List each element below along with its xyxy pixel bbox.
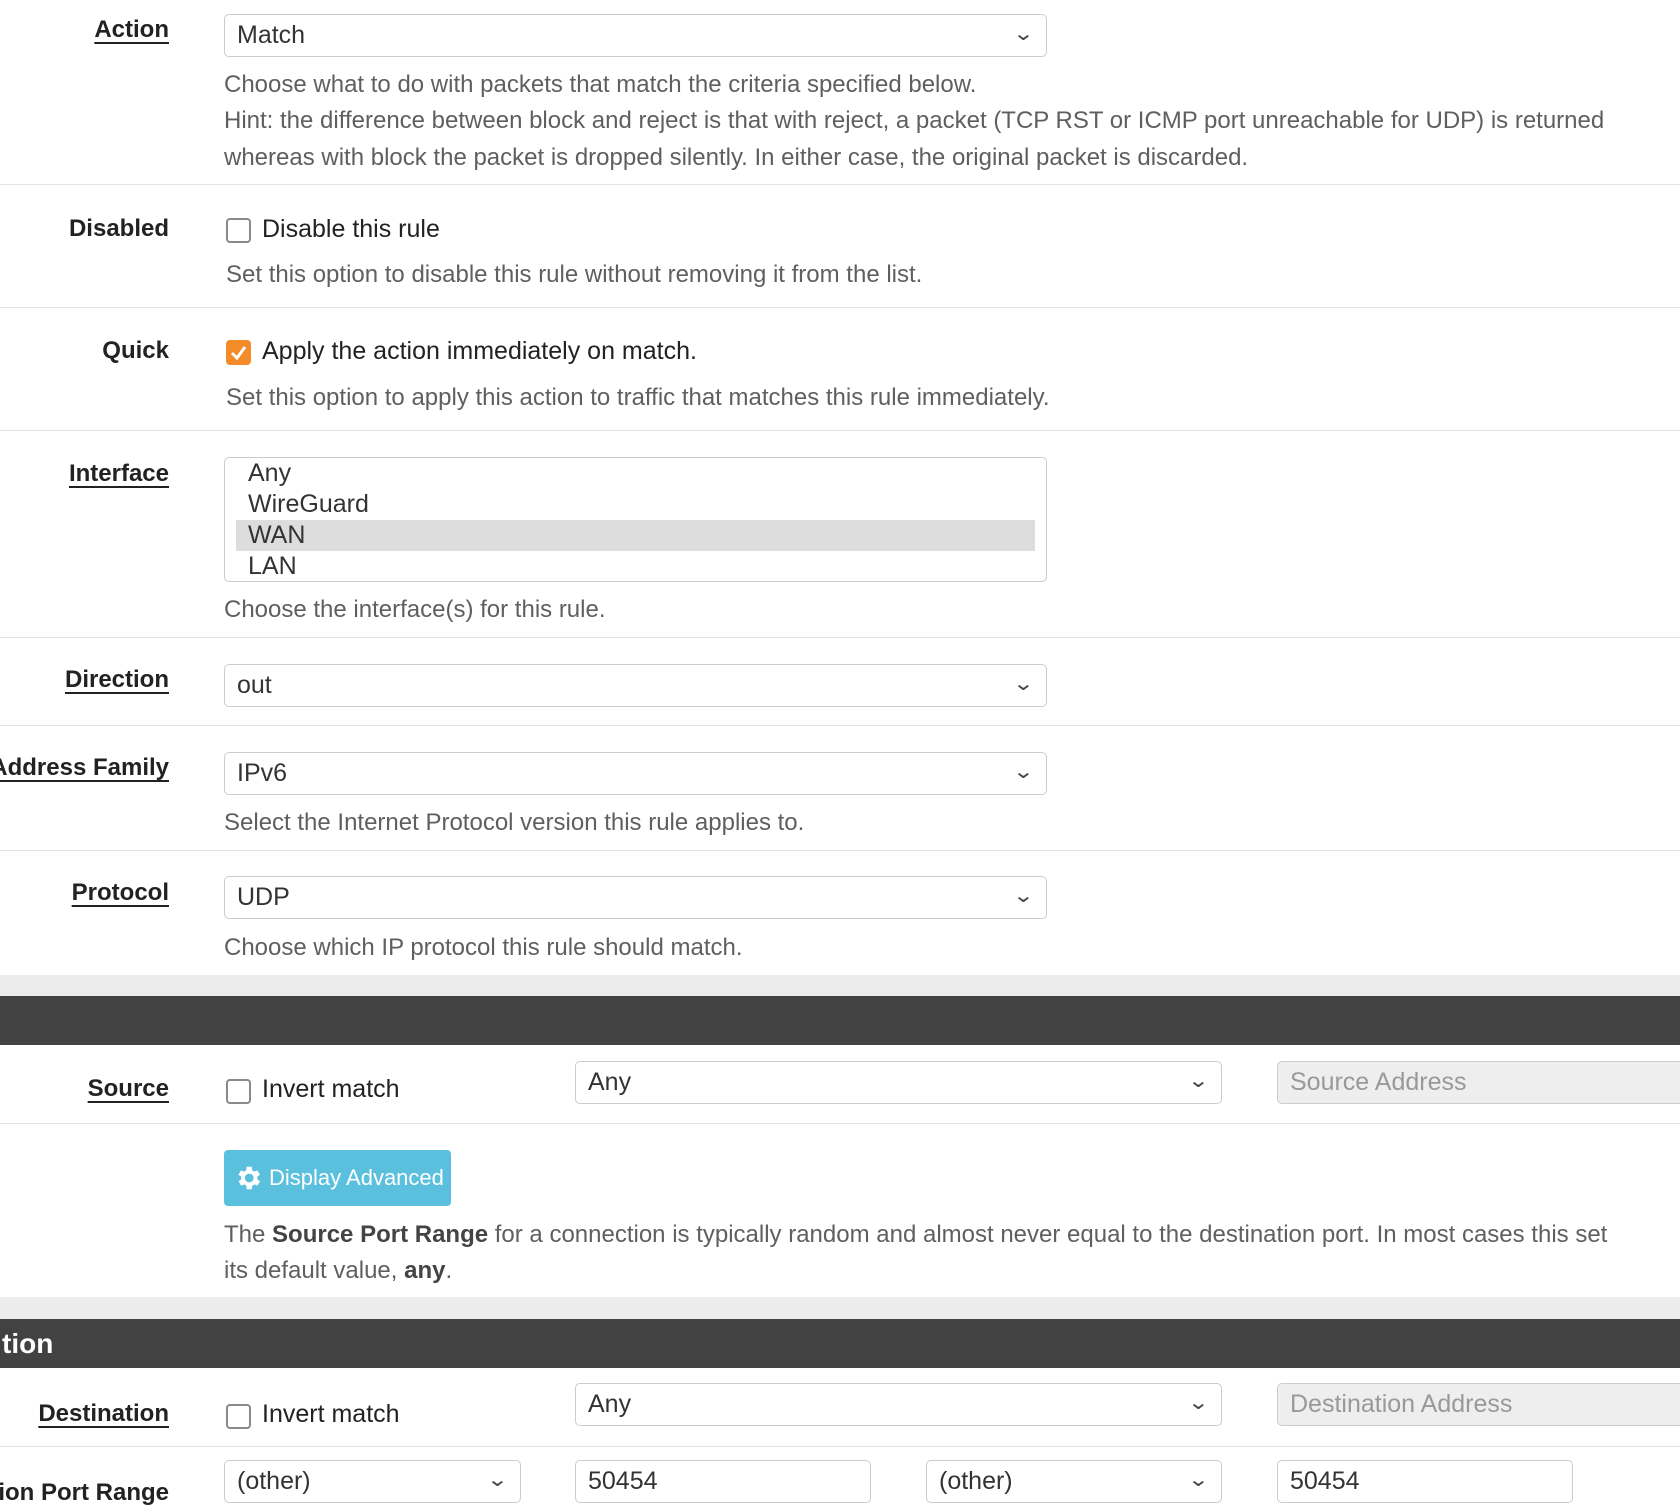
source-type-value: Any — [588, 1068, 632, 1096]
disabled-help: Set this option to disable this rule wit… — [226, 261, 923, 288]
gear-icon — [238, 1166, 260, 1190]
destination-label[interactable]: Destination — [38, 1400, 169, 1428]
action-value: Match — [237, 21, 306, 49]
interface-option-wireguard[interactable]: WireGuard — [236, 489, 1035, 520]
destination-section-header: tion — [0, 1319, 1680, 1368]
source-panel: Source Invert match Any ⌄ Source Address … — [0, 1045, 1680, 1297]
protocol-help: Choose which IP protocol this rule shoul… — [224, 934, 743, 961]
destination-invert-checkbox[interactable] — [226, 1404, 251, 1429]
action-help: Choose what to do with packets that matc… — [224, 71, 977, 98]
disabled-label: Disabled — [68, 215, 169, 242]
checkmark-icon — [230, 346, 247, 361]
chevron-down-icon: ⌄ — [1187, 1469, 1210, 1491]
quick-label: Quick — [102, 337, 169, 364]
source-section-header — [0, 996, 1680, 1045]
chevron-down-icon: ⌄ — [486, 1469, 509, 1491]
destination-section-title: tion — [2, 1328, 54, 1359]
port-to-input[interactable]: 50454 — [1277, 1460, 1573, 1503]
source-label[interactable]: Source — [88, 1075, 169, 1103]
source-port-help: The Source Port Range for a connection i… — [224, 1221, 1608, 1248]
source-type-select[interactable]: Any ⌄ — [575, 1061, 1222, 1104]
address-family-label[interactable]: Address Family — [0, 754, 169, 782]
display-advanced-button[interactable]: Display Advanced — [224, 1150, 451, 1206]
divider — [0, 637, 1680, 638]
destination-port-range-label: ion Port Range — [0, 1479, 169, 1506]
disabled-checkbox-label: Disable this rule — [262, 215, 440, 243]
action-label[interactable]: Action — [94, 16, 169, 44]
interface-listbox[interactable]: Any WireGuard WAN LAN — [224, 457, 1047, 582]
quick-checkbox-label: Apply the action immediately on match. — [262, 337, 697, 365]
address-family-select[interactable]: IPv6 ⌄ — [224, 752, 1047, 795]
interface-help: Choose the interface(s) for this rule. — [224, 596, 606, 623]
source-invert-checkbox[interactable] — [226, 1079, 251, 1104]
quick-help: Set this option to apply this action to … — [226, 384, 1050, 411]
address-family-help: Select the Internet Protocol version thi… — [224, 809, 805, 836]
destination-type-value: Any — [588, 1390, 632, 1418]
interface-label[interactable]: Interface — [69, 460, 169, 488]
destination-address-input[interactable]: Destination Address — [1277, 1383, 1680, 1426]
disabled-checkbox[interactable] — [226, 218, 251, 243]
source-port-help-2: its default value, any. — [224, 1257, 453, 1284]
action-hint: Hint: the difference between block and r… — [224, 107, 1605, 134]
destination-type-select[interactable]: Any ⌄ — [575, 1383, 1222, 1426]
divider — [0, 1446, 1680, 1447]
port-from-select-value: (other) — [237, 1467, 311, 1495]
interface-option-wan[interactable]: WAN — [236, 520, 1035, 551]
source-invert-label: Invert match — [262, 1075, 400, 1103]
display-advanced-label: Display Advanced — [269, 1165, 444, 1190]
divider — [0, 430, 1680, 431]
protocol-label[interactable]: Protocol — [72, 879, 169, 907]
protocol-select[interactable]: UDP ⌄ — [224, 876, 1047, 919]
divider — [0, 307, 1680, 308]
port-from-input[interactable]: 50454 — [575, 1460, 871, 1503]
general-panel: Action Match ⌄ Choose what to do with pac… — [0, 0, 1680, 975]
action-hint-2: whereas with block the packet is dropped… — [224, 144, 1249, 171]
chevron-down-icon: ⌄ — [1012, 885, 1035, 907]
address-family-value: IPv6 — [237, 759, 288, 787]
divider — [0, 184, 1680, 185]
interface-option-any[interactable]: Any — [236, 458, 1035, 489]
direction-select[interactable]: out ⌄ — [224, 664, 1047, 707]
chevron-down-icon: ⌄ — [1187, 1070, 1210, 1092]
chevron-down-icon: ⌄ — [1012, 23, 1035, 45]
divider — [0, 850, 1680, 851]
chevron-down-icon: ⌄ — [1012, 673, 1035, 695]
port-from-select[interactable]: (other) ⌄ — [224, 1460, 521, 1503]
destination-panel: Destination Invert match Any ⌄ Destinatio… — [0, 1368, 1680, 1510]
port-to-select-value: (other) — [939, 1467, 1013, 1495]
protocol-value: UDP — [237, 883, 290, 911]
direction-label[interactable]: Direction — [65, 666, 169, 694]
source-address-input[interactable]: Source Address — [1277, 1061, 1680, 1104]
quick-checkbox[interactable] — [226, 340, 251, 365]
direction-value: out — [237, 671, 272, 699]
destination-invert-label: Invert match — [262, 1400, 400, 1428]
interface-option-lan[interactable]: LAN — [236, 551, 1035, 582]
divider — [0, 1123, 1680, 1124]
chevron-down-icon: ⌄ — [1187, 1392, 1210, 1414]
chevron-down-icon: ⌄ — [1012, 761, 1035, 783]
port-to-select[interactable]: (other) ⌄ — [926, 1460, 1222, 1503]
action-select[interactable]: Match ⌄ — [224, 14, 1047, 57]
divider — [0, 725, 1680, 726]
